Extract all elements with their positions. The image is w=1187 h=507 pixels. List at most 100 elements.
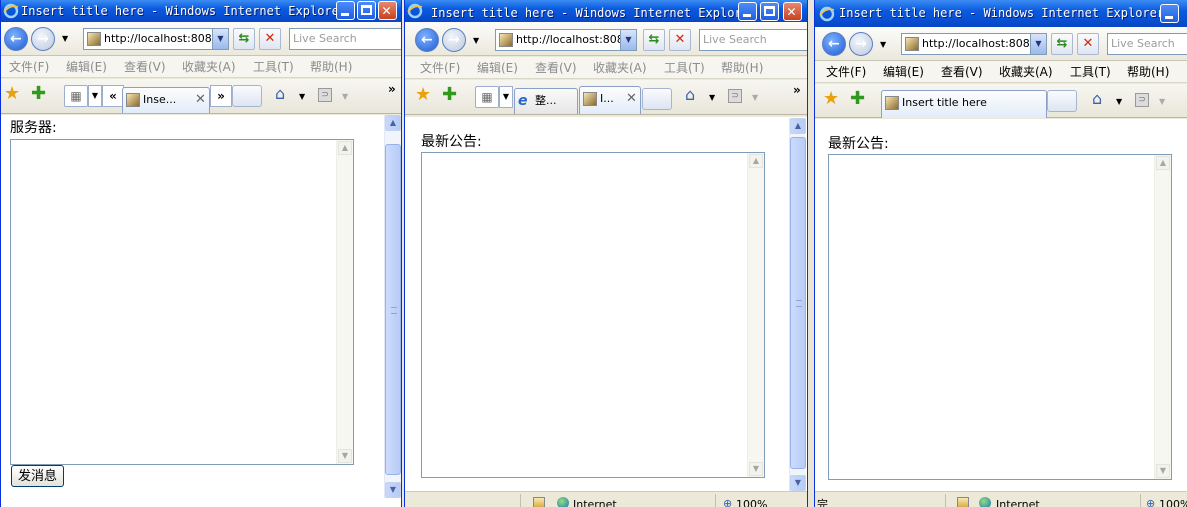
feeds-dropdown-icon[interactable]: ▼ [342,92,348,101]
quick-tabs-button[interactable]: ▦ [64,85,88,107]
scrollbar-thumb[interactable] [385,144,401,475]
feeds-icon[interactable]: ⊃ [1135,93,1149,107]
scroll-down-icon[interactable]: ▼ [1156,464,1170,478]
home-dropdown-icon[interactable]: ▼ [1116,97,1122,106]
title-bar[interactable]: Insert title here - Windows Internet Exp… [1,0,401,22]
minimize-button[interactable] [1160,4,1179,23]
toolbar-overflow-chevron[interactable]: » [388,79,396,99]
forward-button[interactable]: → [442,28,466,52]
menu-tools[interactable]: 工具(T) [1070,61,1111,82]
forward-button[interactable]: → [849,32,873,56]
add-favorite-icon[interactable]: ✚ [31,84,46,104]
scroll-down-icon[interactable]: ▼ [749,462,763,476]
title-bar[interactable]: Insert title here - Windows Internet Exp… [815,0,1187,27]
forward-button[interactable]: → [31,27,55,51]
search-input[interactable]: Live Search [699,29,807,51]
home-icon[interactable]: ⌂ [685,85,695,105]
address-dropdown-icon[interactable]: ▼ [1030,34,1046,54]
refresh-button[interactable]: ⇆ [643,29,665,51]
home-icon[interactable]: ⌂ [1092,89,1102,109]
menu-tools[interactable]: 工具(T) [253,56,294,77]
scroll-up-icon[interactable]: ▲ [338,141,352,155]
close-button[interactable]: ✕ [378,1,397,20]
scroll-down-icon[interactable]: ▼ [338,449,352,463]
menu-help[interactable]: 帮助(H) [721,57,763,78]
minimize-button[interactable] [738,2,757,21]
menu-view[interactable]: 查看(V) [941,61,983,82]
tab-announcements[interactable]: e 整... [514,88,578,114]
quick-tabs-button[interactable]: ▦ [475,86,499,108]
maximize-button[interactable] [357,1,376,20]
feeds-icon[interactable]: ⊃ [728,89,742,103]
refresh-button[interactable]: ⇆ [1051,33,1073,55]
toolbar-overflow-chevron[interactable]: » [793,80,801,100]
textarea-scrollbar[interactable]: ▲ ▼ [1154,155,1171,479]
zoom-level[interactable]: 100% [1159,495,1187,507]
tab-insert-title[interactable]: I... ✕ [579,86,641,114]
address-bar[interactable]: http://localhost:8080/ ▼ [83,28,229,50]
new-tab-button[interactable] [642,88,672,110]
favorites-star-icon[interactable]: ★ [823,89,839,109]
menu-favorites[interactable]: 收藏夹(A) [999,61,1053,82]
close-button[interactable]: ✕ [783,2,802,21]
menu-tools[interactable]: 工具(T) [664,57,705,78]
close-tab-icon[interactable]: ✕ [626,87,637,111]
server-messages-textarea[interactable]: ▲ ▼ [10,139,354,465]
menu-view[interactable]: 查看(V) [535,57,577,78]
search-input[interactable]: Live Search [289,28,401,50]
close-tab-icon[interactable]: ✕ [195,88,206,112]
menu-help[interactable]: 帮助(H) [310,56,352,77]
search-input[interactable]: Live Search [1107,33,1187,55]
page-scrollbar[interactable]: ▲ ▼ [789,118,806,491]
textarea-scrollbar[interactable]: ▲ ▼ [747,153,764,477]
stop-button[interactable]: ✕ [259,28,281,50]
menu-file[interactable]: 文件(F) [826,61,866,82]
address-dropdown-icon[interactable]: ▼ [620,30,636,50]
maximize-button[interactable] [760,2,779,21]
page-scrollbar[interactable]: ▲ ▼ [384,115,401,498]
favorites-star-icon[interactable]: ★ [415,85,431,105]
scroll-down-icon[interactable]: ▼ [385,482,401,498]
scroll-up-icon[interactable]: ▲ [1156,156,1170,170]
send-message-button[interactable]: 发消息 [11,465,65,487]
announcements-textarea[interactable]: ▲ ▼ [828,154,1172,480]
title-bar[interactable]: Insert title here - Windows Internet Exp… [405,0,807,22]
feeds-dropdown-icon[interactable]: ▼ [1159,97,1165,106]
feeds-dropdown-icon[interactable]: ▼ [752,93,758,102]
scroll-up-icon[interactable]: ▲ [385,115,401,131]
new-tab-button[interactable] [1047,90,1077,112]
scroll-tabs-right[interactable]: » [210,85,232,107]
tab-list-dropdown[interactable]: ▼ [88,85,102,107]
address-dropdown-icon[interactable]: ▼ [212,29,228,49]
textarea-scrollbar[interactable]: ▲ ▼ [336,140,353,464]
menu-file[interactable]: 文件(F) [9,56,49,77]
menu-favorites[interactable]: 收藏夹(A) [593,57,647,78]
scroll-tabs-left[interactable]: « [102,85,124,107]
announcements-textarea[interactable]: ▲ ▼ [421,152,765,478]
home-dropdown-icon[interactable]: ▼ [709,93,715,102]
new-tab-button[interactable] [232,85,262,107]
zoom-level[interactable]: 100% [736,495,767,507]
feeds-icon[interactable]: ⊃ [318,88,332,102]
menu-view[interactable]: 查看(V) [124,56,166,77]
home-dropdown-icon[interactable]: ▼ [299,92,305,101]
favorites-star-icon[interactable]: ★ [4,84,20,104]
stop-button[interactable]: ✕ [1077,33,1099,55]
back-button[interactable]: ← [822,32,846,56]
home-icon[interactable]: ⌂ [275,84,285,104]
menu-favorites[interactable]: 收藏夹(A) [182,56,236,77]
menu-edit[interactable]: 编辑(E) [66,56,107,77]
scroll-down-icon[interactable]: ▼ [790,475,806,491]
scroll-up-icon[interactable]: ▲ [790,118,806,134]
add-favorite-icon[interactable]: ✚ [442,85,457,105]
back-button[interactable]: ← [415,28,439,52]
tab-list-dropdown[interactable]: ▼ [499,86,513,108]
history-dropdown-icon[interactable]: ▼ [473,36,479,45]
minimize-button[interactable] [336,1,355,20]
stop-button[interactable]: ✕ [669,29,691,51]
scrollbar-thumb[interactable] [790,137,806,469]
menu-edit[interactable]: 编辑(E) [883,61,924,82]
zoom-dropdown-icon[interactable]: ▼ [776,501,782,507]
menu-help[interactable]: 帮助(H) [1127,61,1169,82]
history-dropdown-icon[interactable]: ▼ [880,40,886,49]
